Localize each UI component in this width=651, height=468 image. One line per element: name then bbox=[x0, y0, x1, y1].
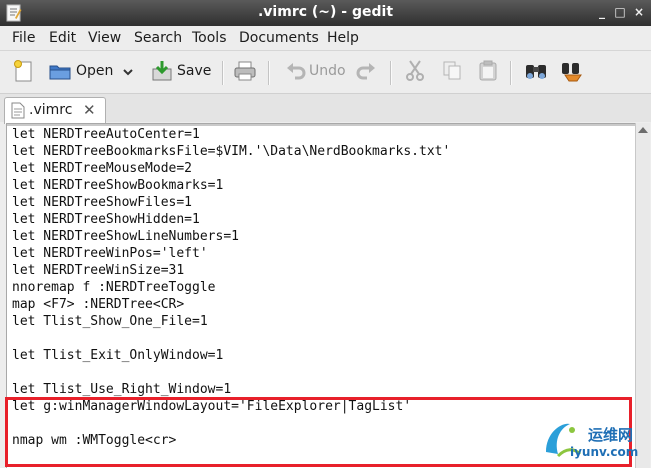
title-bar[interactable]: .vimrc (~) - gedit _ □ × bbox=[0, 0, 651, 26]
redo-button[interactable] bbox=[355, 59, 377, 85]
open-folder-icon bbox=[49, 65, 71, 80]
undo-button[interactable]: Undo bbox=[285, 59, 346, 85]
menu-search[interactable]: Search bbox=[134, 30, 182, 46]
cut-button[interactable] bbox=[404, 59, 426, 85]
undo-label: Undo bbox=[309, 63, 346, 79]
cut-icon bbox=[406, 60, 424, 81]
code-line: let Tlist_Show_One_File=1 bbox=[12, 314, 208, 329]
code-line: let NERDTreeWinSize=31 bbox=[12, 263, 185, 278]
tab-label: .vimrc bbox=[29, 102, 73, 118]
new-document-icon bbox=[14, 60, 32, 82]
code-line: let NERDTreeMouseMode=2 bbox=[12, 161, 193, 176]
close-tab-icon[interactable]: ✕ bbox=[83, 101, 96, 119]
toolbar-separator bbox=[222, 61, 224, 85]
code-line: let NERDTreeWinPos='left' bbox=[12, 246, 208, 261]
find-icon bbox=[526, 65, 546, 79]
menu-view[interactable]: View bbox=[88, 30, 121, 46]
menu-help[interactable]: Help bbox=[327, 30, 359, 46]
minimize-button[interactable]: _ bbox=[593, 3, 611, 21]
close-window-button[interactable]: × bbox=[630, 3, 648, 21]
text-file-icon bbox=[11, 102, 25, 119]
code-line: let Tlist_Use_Right_Window=1 bbox=[12, 382, 232, 397]
find-replace-button[interactable] bbox=[559, 59, 585, 85]
toolbar-separator bbox=[510, 61, 512, 85]
code-line: let NERDTreeShowFiles=1 bbox=[12, 195, 193, 210]
open-label: Open bbox=[76, 63, 114, 79]
vertical-scrollbar[interactable] bbox=[635, 123, 650, 468]
print-button[interactable] bbox=[233, 59, 257, 85]
watermark-text: 运维网 bbox=[588, 426, 634, 444]
save-label: Save bbox=[177, 63, 212, 79]
code-line: let NERDTreeShowLineNumbers=1 bbox=[12, 229, 239, 244]
code-line: let NERDTreeShowHidden=1 bbox=[12, 212, 200, 227]
code-line: nnoremap f :NERDTreeToggle bbox=[12, 280, 216, 295]
maximize-button[interactable]: □ bbox=[611, 3, 629, 21]
scroll-up-arrow-icon[interactable] bbox=[638, 127, 648, 133]
chevron-down-icon[interactable] bbox=[122, 66, 134, 78]
menu-file[interactable]: File bbox=[12, 30, 35, 46]
code-line: let NERDTreeAutoCenter=1 bbox=[12, 127, 200, 142]
copy-icon bbox=[443, 61, 461, 80]
save-button[interactable]: Save bbox=[150, 59, 212, 85]
menu-edit[interactable]: Edit bbox=[49, 30, 76, 46]
toolbar-separator bbox=[390, 61, 392, 85]
tab-vimrc[interactable]: .vimrc ✕ bbox=[4, 97, 106, 124]
window-title: .vimrc (~) - gedit bbox=[257, 4, 394, 20]
menu-bar: File Edit View Search Tools Documents He… bbox=[0, 26, 651, 51]
document-tab-bar: .vimrc ✕ bbox=[0, 94, 651, 124]
site-watermark: 运维网 iyunv.com bbox=[540, 418, 646, 464]
toolbar: Open Save Undo bbox=[0, 51, 651, 94]
annotation-highlight-box bbox=[5, 397, 632, 467]
new-button[interactable] bbox=[12, 59, 36, 85]
copy-button[interactable] bbox=[441, 59, 463, 85]
paste-button[interactable] bbox=[477, 59, 499, 85]
open-button[interactable]: Open bbox=[48, 59, 138, 85]
code-line: let NERDTreeBookmarksFile=$VIM.'\Data\Ne… bbox=[12, 144, 451, 159]
undo-icon bbox=[287, 63, 306, 80]
watermark-url: iyunv.com bbox=[570, 445, 639, 459]
paste-icon bbox=[479, 60, 497, 81]
find-button[interactable] bbox=[524, 59, 548, 85]
redo-icon bbox=[356, 63, 375, 80]
code-line: map <F7> :NERDTree<CR> bbox=[12, 297, 185, 312]
menu-documents[interactable]: Documents bbox=[239, 30, 319, 46]
code-line: let Tlist_Exit_OnlyWindow=1 bbox=[12, 348, 224, 363]
toolbar-separator bbox=[268, 61, 270, 85]
find-replace-icon bbox=[562, 63, 582, 82]
save-icon bbox=[152, 61, 172, 81]
menu-tools[interactable]: Tools bbox=[192, 30, 227, 46]
code-line: let NERDTreeShowBookmarks=1 bbox=[12, 178, 224, 193]
print-icon bbox=[234, 61, 256, 81]
gedit-window: .vimrc (~) - gedit _ □ × File Edit View … bbox=[0, 0, 651, 468]
